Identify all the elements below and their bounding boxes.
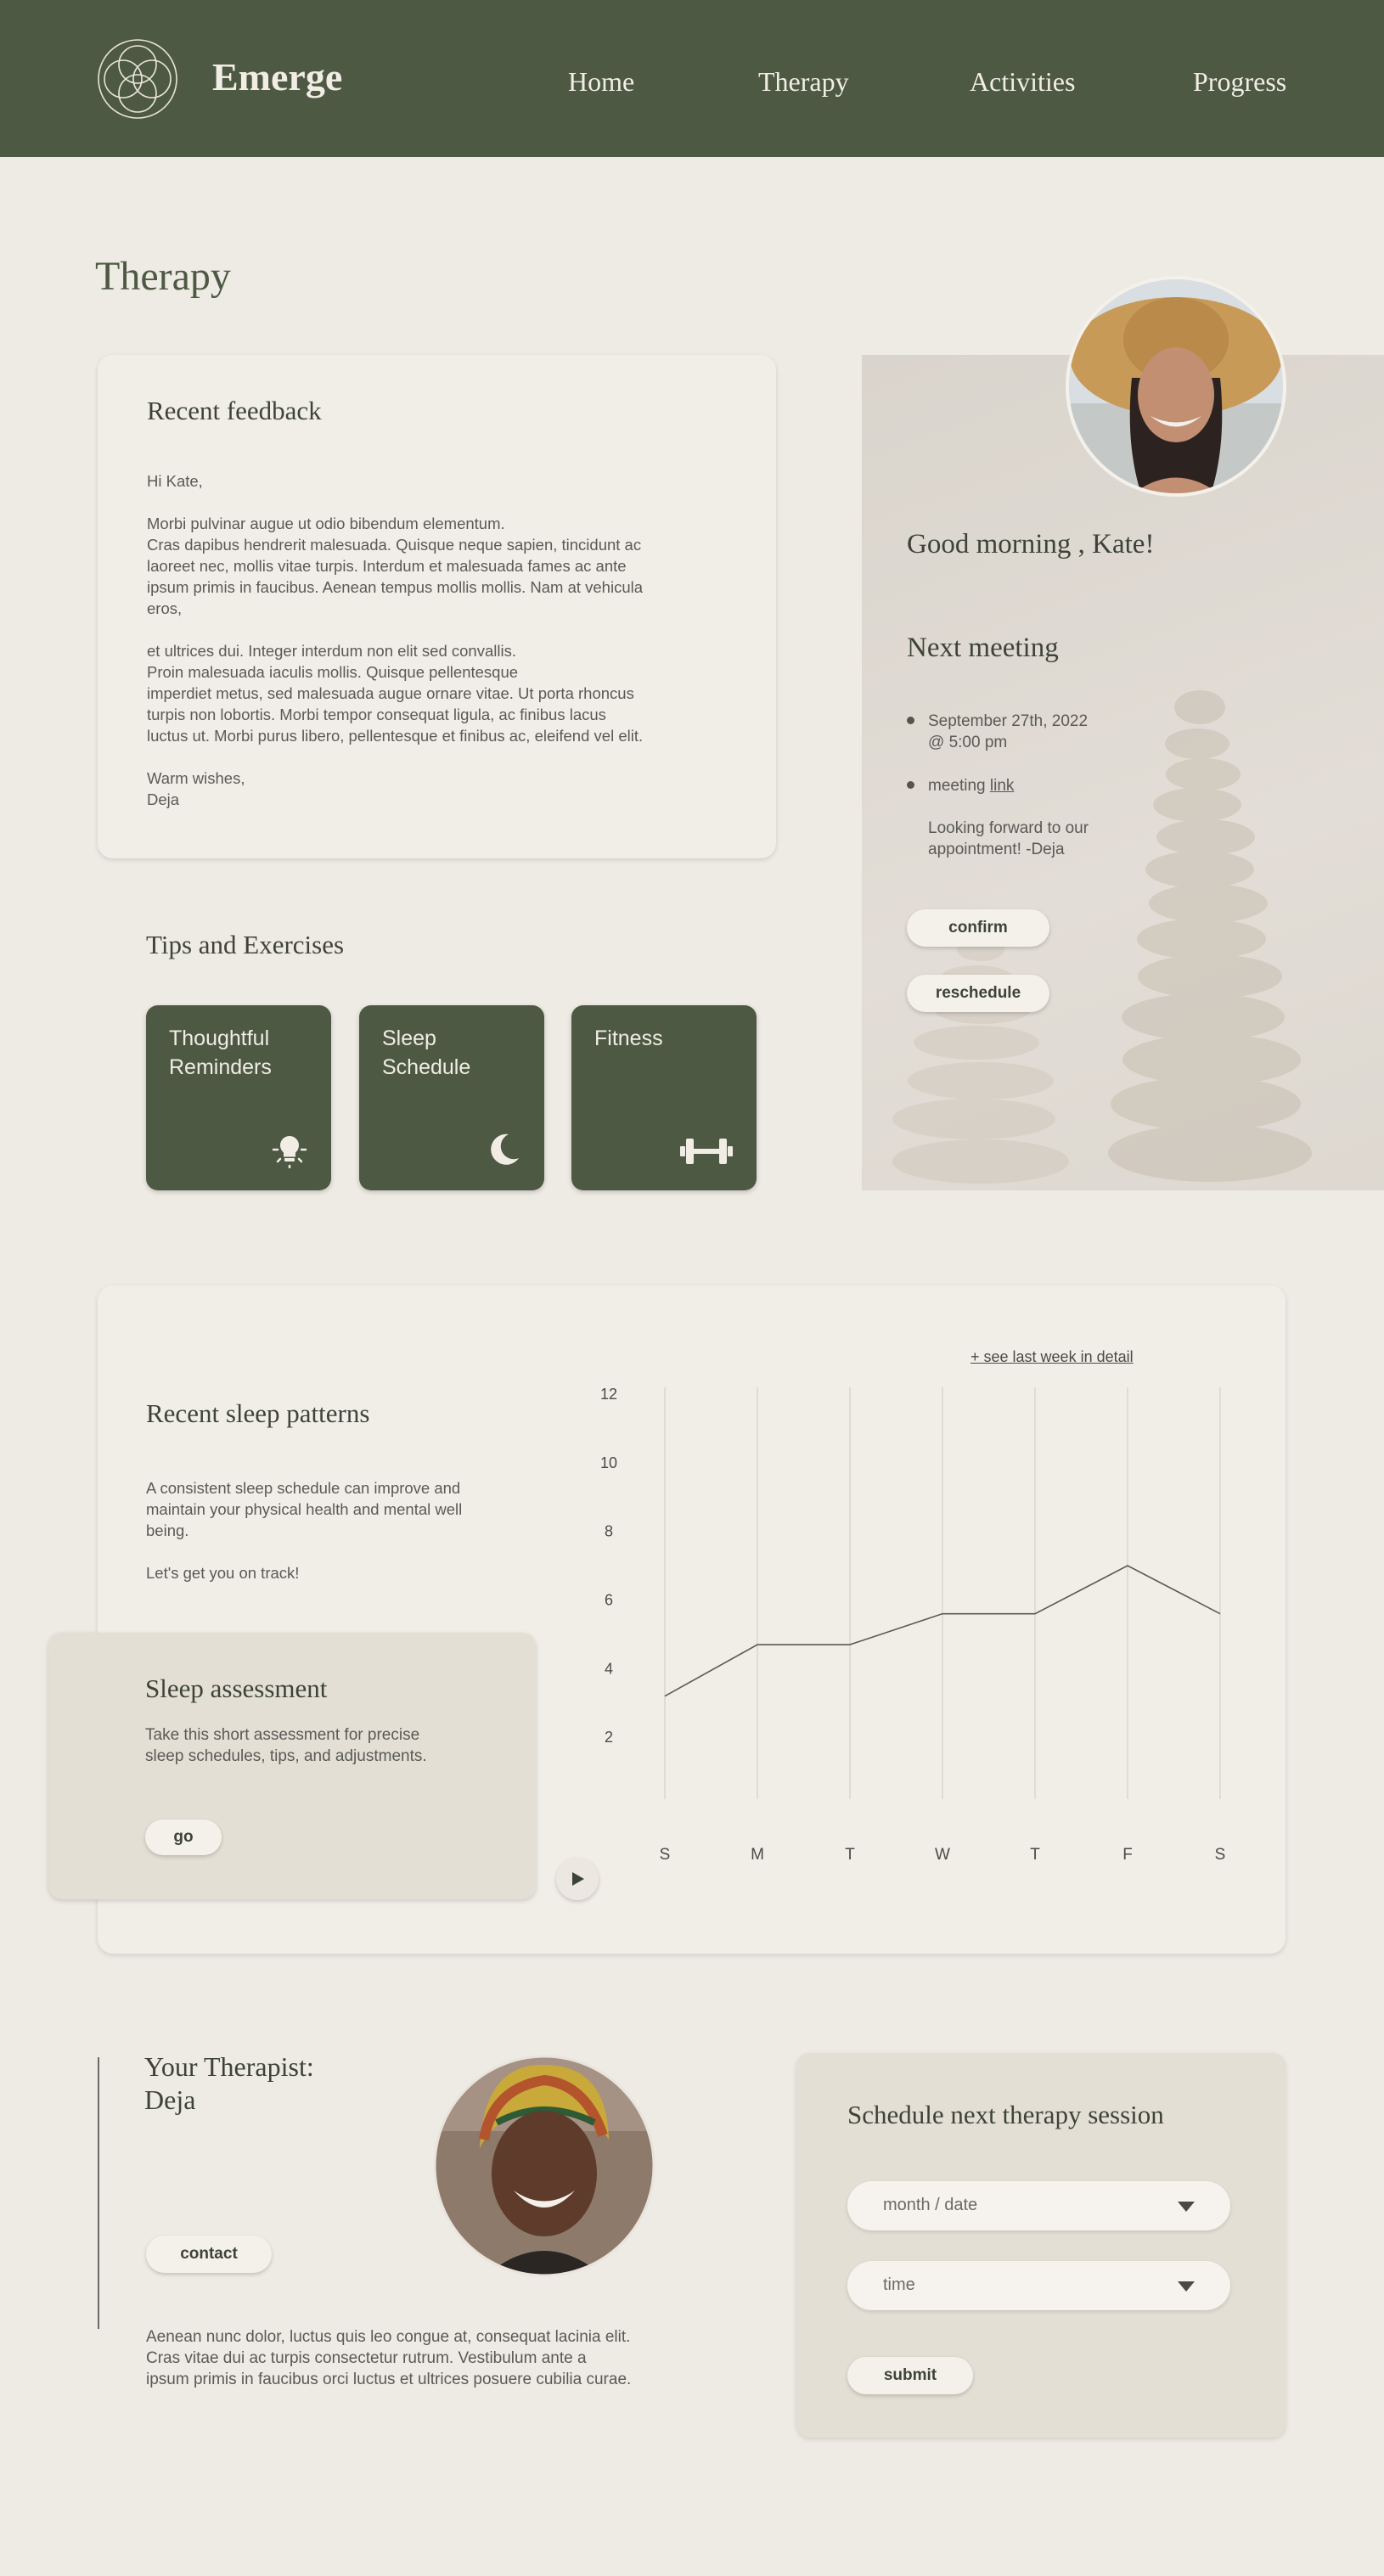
moon-icon (1199, 1325, 1225, 1362)
therapist-name: Deja (144, 2084, 196, 2115)
tile-sleep-schedule[interactable]: Sleep Schedule (359, 1005, 544, 1190)
nav-home[interactable]: Home (568, 66, 634, 98)
chevron-down-icon (1178, 2281, 1195, 2292)
dumbbell-icon (680, 1139, 733, 1164)
x-tick-label: W (935, 1846, 950, 1864)
x-tick-label: S (660, 1846, 671, 1864)
see-last-week-link[interactable]: + see last week in detail (970, 1348, 1134, 1366)
y-tick-label: 12 (600, 1387, 617, 1403)
feedback-greeting: Hi Kate, (147, 472, 203, 490)
site-header: Emerge Home Therapy Activities Progress (0, 0, 1384, 157)
nav-progress[interactable]: Progress (1193, 66, 1286, 98)
chevron-down-icon (1178, 2202, 1195, 2212)
y-tick-label: 8 (605, 1523, 613, 1540)
user-avatar (1066, 276, 1286, 497)
lightbulb-icon (272, 1136, 307, 1168)
contact-button[interactable]: contact (146, 2236, 272, 2273)
nav-therapy[interactable]: Therapy (758, 66, 849, 98)
play-icon (572, 1872, 584, 1886)
schedule-title: Schedule next therapy session (847, 2100, 1164, 2129)
play-button[interactable] (556, 1858, 599, 1900)
feedback-paragraph-2: et ultrices dui. Integer interdum non el… (147, 642, 644, 745)
y-tick-label: 10 (600, 1454, 617, 1471)
brand-name[interactable]: Emerge (212, 54, 342, 99)
greeting-heading: Good morning , Kate! (907, 529, 1155, 560)
go-button[interactable]: go (145, 1820, 222, 1855)
time-select[interactable]: time (847, 2261, 1230, 2310)
sleep-assessment-card: Sleep assessment Take this short assessm… (48, 1633, 536, 1899)
reschedule-button[interactable]: reschedule (907, 975, 1049, 1012)
y-tick-label: 2 (605, 1729, 613, 1746)
tile-label: Thoughtful Reminders (169, 1026, 272, 1079)
feedback-title: Recent feedback (147, 396, 322, 425)
sleep-assessment-description: Take this short assessment for precise s… (145, 1726, 427, 1765)
x-tick-label: M (751, 1846, 764, 1864)
feedback-card: Recent feedback Hi Kate, Morbi pulvinar … (98, 355, 776, 858)
submit-button[interactable]: submit (847, 2357, 973, 2394)
feedback-signoff: Warm wishes, Deja (147, 769, 245, 808)
meeting-note: Looking forward to our appointment! -Dej… (928, 819, 1089, 858)
meeting-link[interactable]: link (990, 777, 1015, 795)
therapist-title: Your Therapist: (144, 2051, 314, 2082)
moon-icon (491, 1133, 519, 1165)
bullet (907, 781, 914, 789)
date-select[interactable]: month / date (847, 2181, 1230, 2230)
meeting-date: September 27th, 2022 @ 5:00 pm (928, 712, 1089, 751)
sleep-chart: 2 4 6 8 10 12 S M T W T F S (600, 1387, 1226, 1864)
therapist-avatar (433, 2055, 655, 2277)
logo-icon[interactable] (95, 37, 180, 121)
tile-label: Sleep Schedule (382, 1026, 471, 1079)
sleep-assessment-title: Sleep assessment (145, 1673, 328, 1703)
tile-thoughtful-reminders[interactable]: Thoughtful Reminders (146, 1005, 331, 1190)
nav-activities[interactable]: Activities (970, 66, 1075, 98)
meeting-link-prefix: meeting (928, 777, 990, 795)
therapist-bio: Aenean nunc dolor, luctus quis leo congu… (146, 2328, 632, 2388)
bullet (907, 717, 914, 724)
feedback-paragraph-1: Morbi pulvinar augue ut odio bibendum el… (147, 515, 644, 617)
time-select-placeholder: time (883, 2275, 915, 2294)
tips-title: Tips and Exercises (146, 930, 345, 959)
sleep-title: Recent sleep patterns (146, 1398, 370, 1428)
sleep-description: A consistent sleep schedule can improve … (146, 1479, 463, 1539)
therapist-divider (98, 2057, 99, 2329)
x-tick-label: S (1215, 1846, 1226, 1864)
x-tick-label: T (1030, 1846, 1040, 1864)
date-select-placeholder: month / date (883, 2196, 978, 2214)
confirm-button[interactable]: confirm (907, 909, 1049, 947)
x-tick-label: T (845, 1846, 855, 1864)
y-tick-label: 4 (605, 1660, 613, 1677)
tile-fitness[interactable]: Fitness (571, 1005, 757, 1190)
next-meeting-title: Next meeting (907, 633, 1059, 663)
tile-label: Fitness (594, 1026, 663, 1050)
sleep-cta: Let's get you on track! (146, 1564, 300, 1582)
y-tick-label: 6 (605, 1592, 613, 1609)
page-title: Therapy (95, 254, 231, 299)
meeting-link-line: meeting link (928, 775, 1014, 796)
x-tick-label: F (1122, 1846, 1133, 1864)
